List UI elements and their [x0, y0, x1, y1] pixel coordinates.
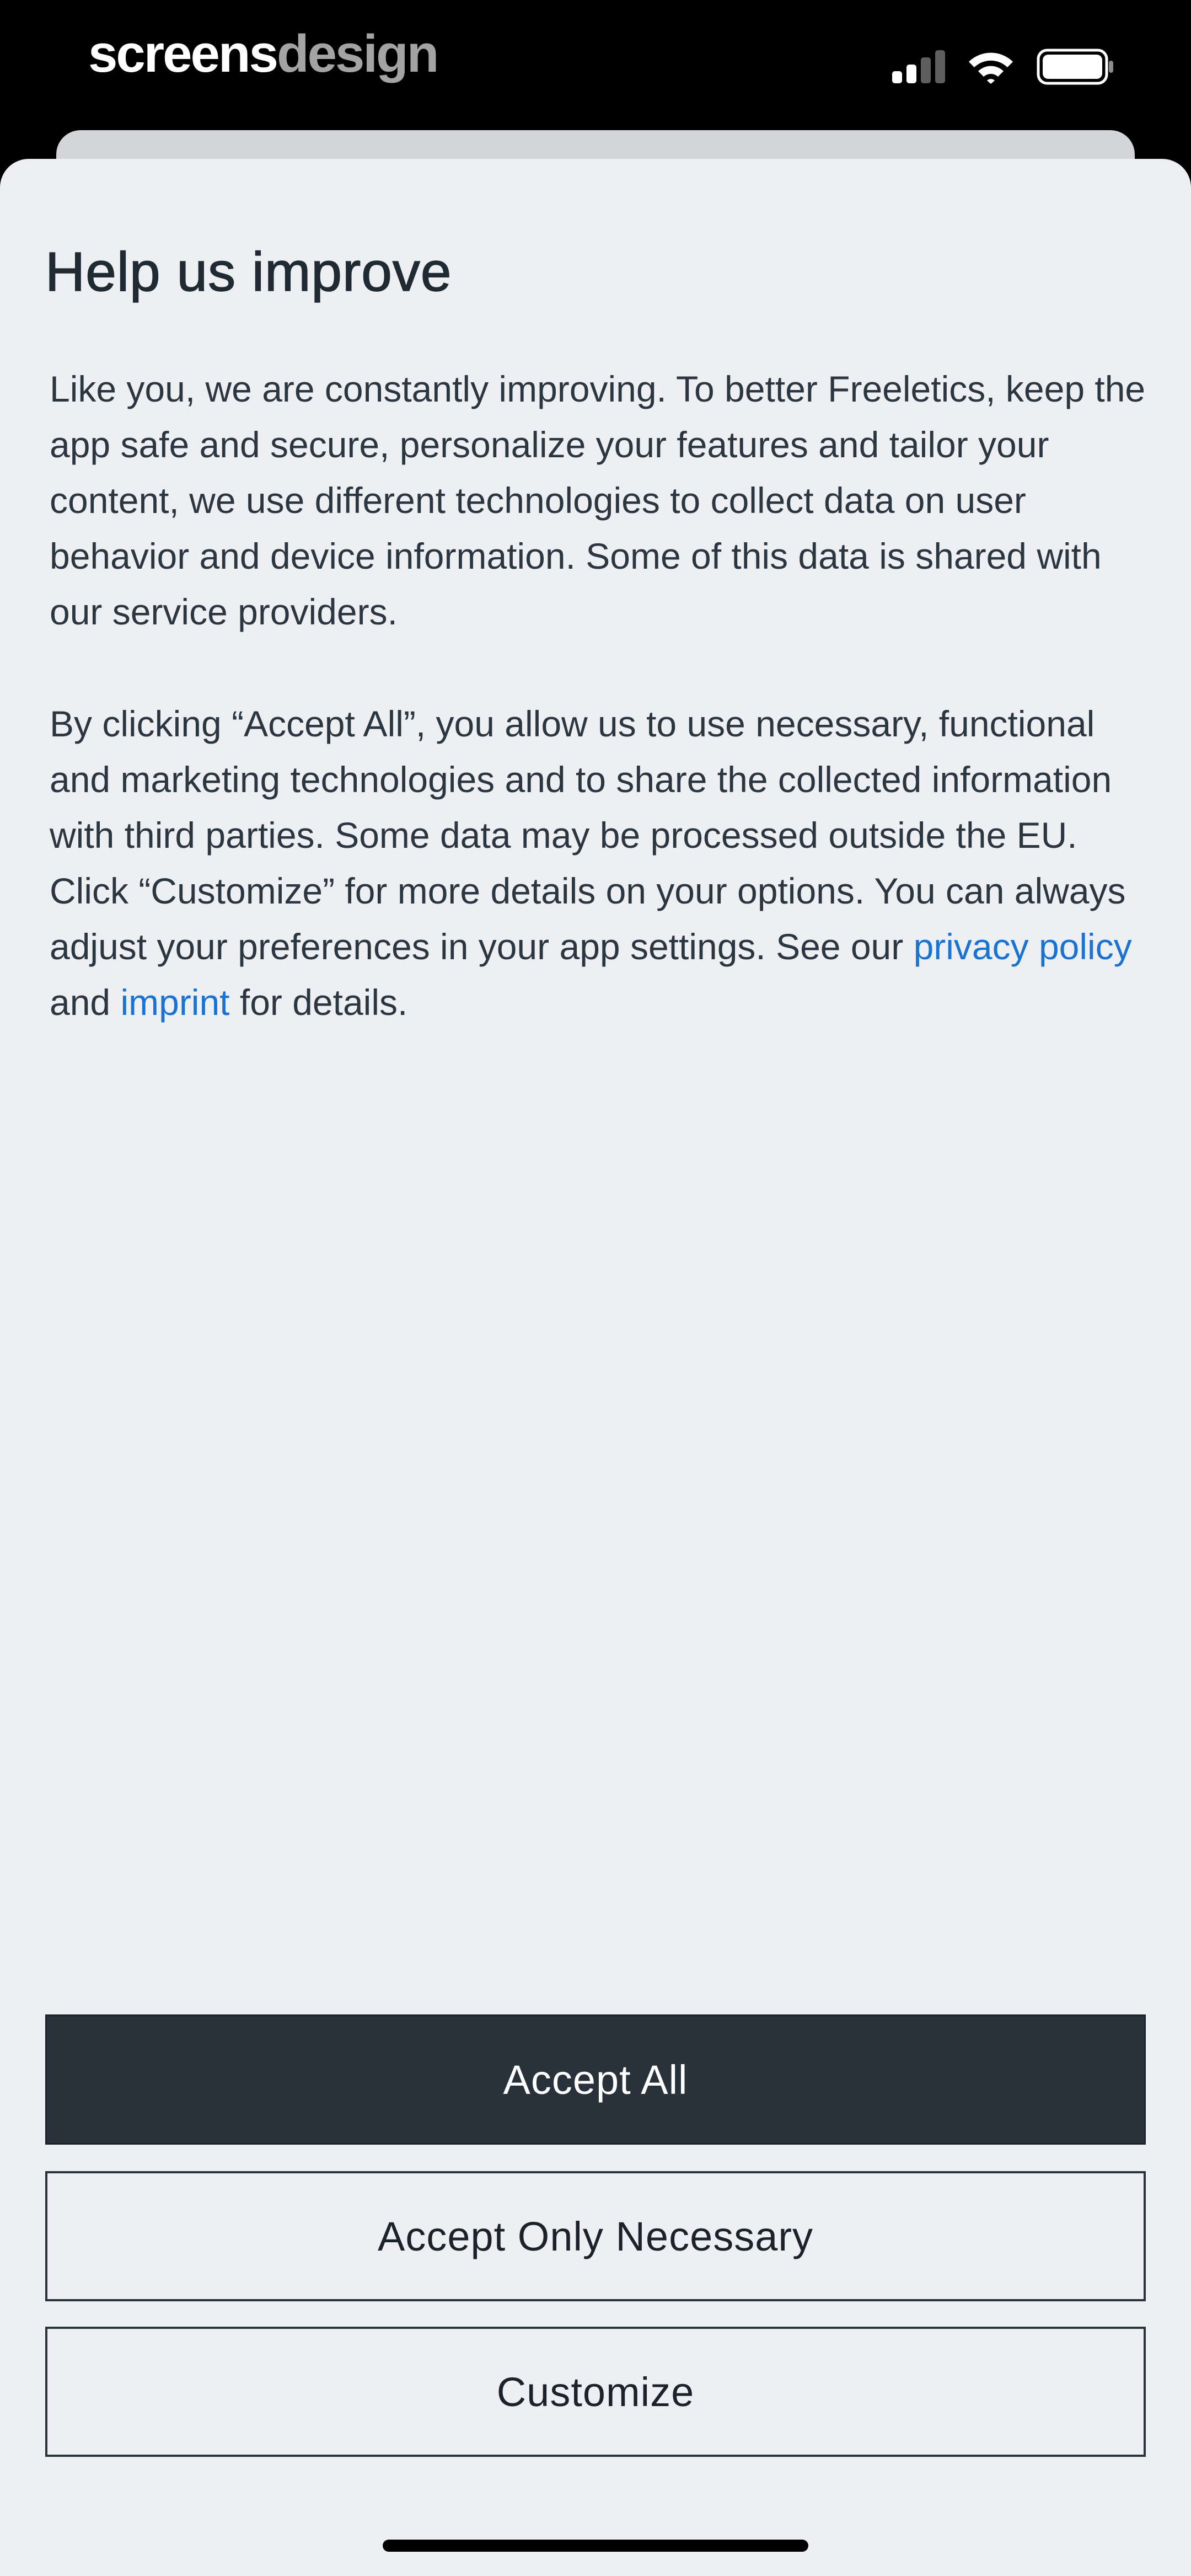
dialog-title: Help us improve [45, 241, 452, 303]
connector-text: and [50, 982, 121, 1023]
accept-only-necessary-button[interactable]: Accept Only Necessary [45, 2171, 1146, 2301]
brand-logo-part-2: design [276, 24, 439, 83]
accept-all-label: Accept All [503, 2056, 688, 2103]
status-icons [892, 49, 1114, 87]
customize-label: Customize [496, 2369, 695, 2415]
accept-only-necessary-label: Accept Only Necessary [377, 2213, 814, 2259]
accept-all-button[interactable]: Accept All [45, 2014, 1146, 2145]
consent-paragraph: By clicking “Accept All”, you allow us t… [50, 696, 1158, 1030]
privacy-policy-link[interactable]: privacy policy [914, 926, 1132, 967]
brand-logo: screensdesign [88, 21, 439, 87]
brand-logo-part-1: screens [88, 24, 278, 83]
imprint-link[interactable]: imprint [120, 982, 229, 1023]
trailing-text: for details. [229, 982, 408, 1023]
wifi-icon [967, 50, 1015, 87]
status-bar: screensdesign [0, 0, 1191, 127]
cellular-signal-icon [892, 50, 945, 86]
home-indicator[interactable] [383, 2540, 808, 2552]
intro-paragraph: Like you, we are constantly improving. T… [50, 368, 1146, 632]
battery-icon [1037, 49, 1114, 88]
customize-button[interactable]: Customize [45, 2327, 1146, 2457]
